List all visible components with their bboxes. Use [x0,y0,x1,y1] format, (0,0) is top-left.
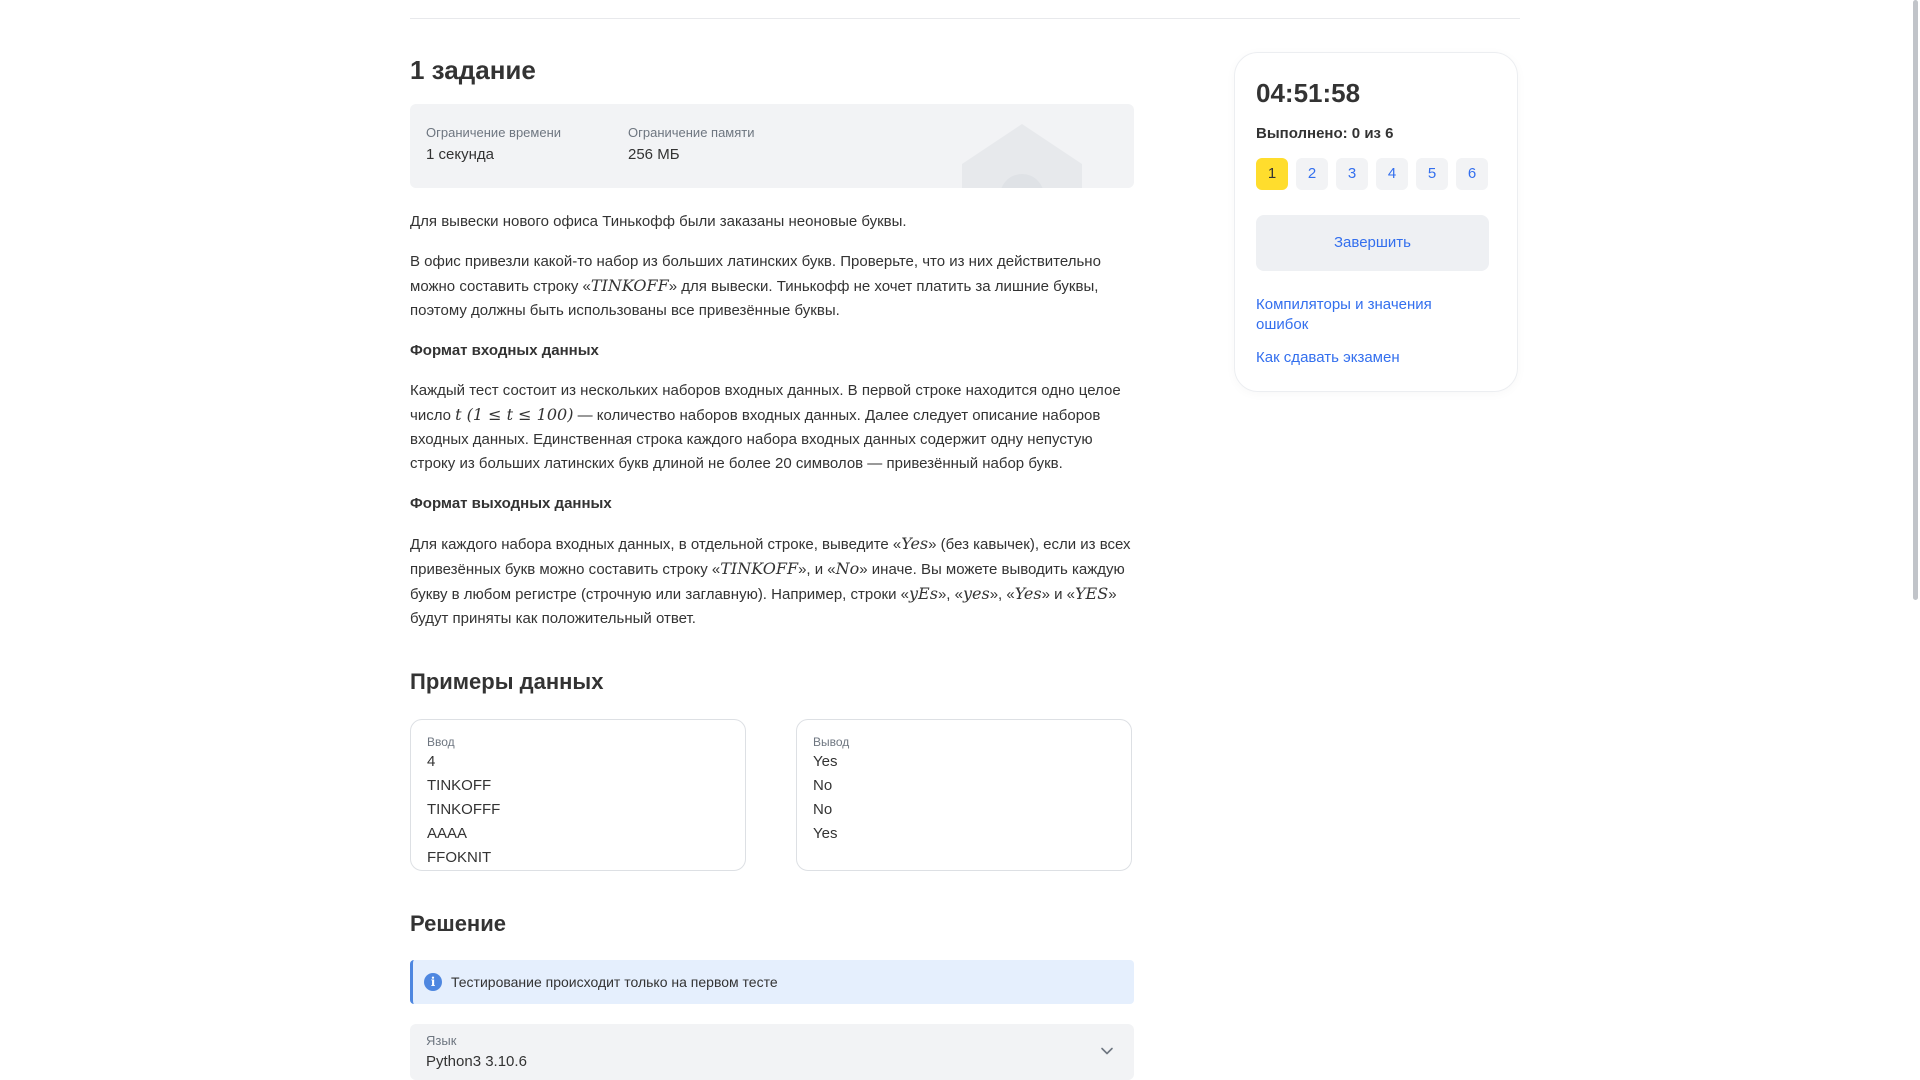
task-button-6[interactable]: 6 [1456,158,1488,190]
example-output-line: Yes [813,825,838,842]
testing-notice: i Тестирование происходит только на перв… [410,960,1134,1004]
example-input-line: FFOKNIT [427,849,492,866]
statement-paragraph: В офис привезли какой-то набор из больши… [410,253,1101,319]
exam-guide-link[interactable]: Как сдавать экзамен [1256,348,1400,368]
task-statement: Для вывески нового офиса Тинькофф были з… [410,210,1134,647]
output-format-text: Для каждого набора входных данных, в отд… [410,534,1131,627]
example-output-line: Yes [813,753,838,770]
exam-sidebar: 04:51:58 Выполнено: 0 из 6 1 2 3 4 5 6 З… [1234,52,1518,392]
example-input-line: TINKOFF [427,777,492,794]
scrollbar[interactable] [1913,0,1918,600]
solution-title: Решение [410,911,506,936]
finish-button[interactable]: Завершить [1256,215,1489,271]
task-button-1[interactable]: 1 [1256,158,1288,190]
example-input-label: Ввод [427,735,455,749]
top-divider [410,18,1520,19]
time-limit-value: 1 секунда [426,146,494,163]
example-input-box[interactable]: Ввод 4 TINKOFF TINKOFFF AAAA FFOKNIT [410,719,746,871]
task-title: 1 задание [410,55,536,85]
info-icon: i [424,973,442,991]
decoration-house-icon [962,124,1082,188]
example-output-box[interactable]: Вывод Yes No No Yes [796,719,1132,871]
example-input-line: TINKOFFF [427,801,501,818]
exam-timer: 04:51:58 [1256,78,1361,108]
output-format-heading: Формат выходных данных [410,495,612,512]
limits-panel: Ограничение времени 1 секунда Ограничени… [410,104,1134,188]
time-limit-label: Ограничение времени [426,125,562,140]
progress-text: Выполнено: 0 из 6 [1256,125,1394,142]
language-select[interactable]: Язык Python3 3.10.6 [410,1024,1134,1080]
memory-limit-value: 256 МБ [628,146,680,163]
example-output-line: No [813,801,833,818]
example-input-line: AAAA [427,825,468,842]
statement-intro: Для вывески нового офиса Тинькофф были з… [410,213,907,230]
chevron-down-icon[interactable] [1100,1044,1114,1058]
memory-limit: Ограничение памяти 256 МБ [628,124,755,166]
math-inline: t (1 ≤ t ≤ 100) [455,405,574,424]
example-input-line: 4 [427,753,436,770]
language-label: Язык [426,1033,457,1048]
example-output-label: Вывод [813,735,850,749]
task-button-2[interactable]: 2 [1296,158,1328,190]
task-button-3[interactable]: 3 [1336,158,1368,190]
input-format-text: Каждый тест состоит из нескольких наборо… [410,382,1121,472]
task-button-4[interactable]: 4 [1376,158,1408,190]
language-value: Python3 3.10.6 [426,1053,527,1070]
notice-text: Тестирование происходит только на первом… [451,974,778,990]
input-format-heading: Формат входных данных [410,342,599,359]
task-button-5[interactable]: 5 [1416,158,1448,190]
examples-title: Примеры данных [410,669,604,694]
time-limit: Ограничение времени 1 секунда [426,124,561,166]
compilers-link[interactable]: Компиляторы и значения ошибок [1256,295,1456,335]
task-navigation: 1 2 3 4 5 6 [1256,158,1488,190]
example-output-line: No [813,777,833,794]
memory-limit-label: Ограничение памяти [628,125,755,140]
math-inline: TINKOFF [590,276,669,295]
